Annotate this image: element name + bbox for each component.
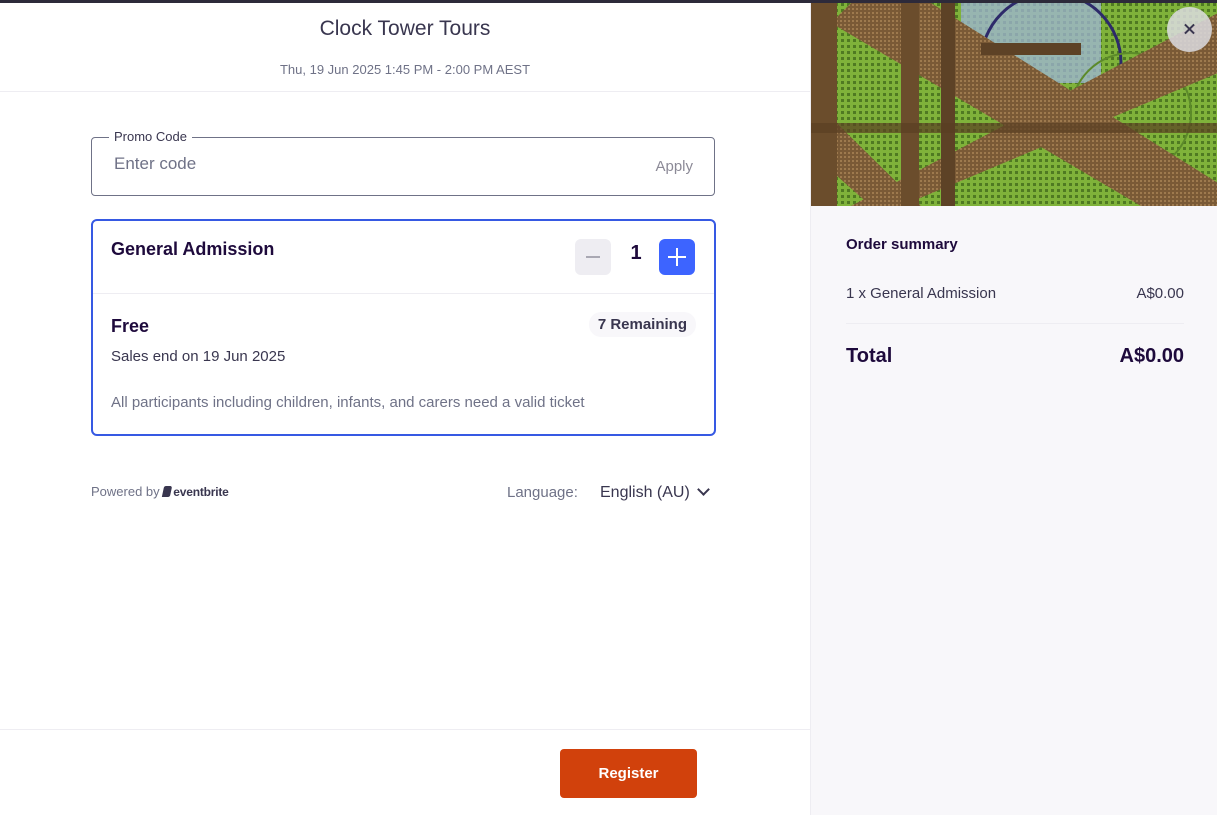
promo-code-label: Promo Code bbox=[109, 129, 192, 144]
order-line-price: A$0.00 bbox=[1136, 285, 1184, 302]
decrease-quantity-button[interactable] bbox=[575, 239, 611, 275]
language-value: English (AU) bbox=[600, 484, 690, 501]
event-title: Clock Tower Tours bbox=[319, 17, 491, 40]
order-summary-title: Order summary bbox=[846, 236, 958, 253]
eventbrite-logo-text: eventbrite bbox=[173, 485, 229, 499]
increase-quantity-button[interactable] bbox=[659, 239, 695, 275]
event-datetime: Thu, 19 Jun 2025 1:45 PM - 2:00 PM AEST bbox=[279, 62, 531, 77]
close-button[interactable] bbox=[1167, 7, 1212, 52]
ticket-name: General Admission bbox=[111, 239, 275, 259]
language-label: Language: bbox=[507, 484, 578, 501]
promo-code-field[interactable]: Promo Code Apply bbox=[91, 129, 715, 196]
ticket-description: All participants including children, inf… bbox=[111, 394, 585, 411]
event-hero-image bbox=[811, 3, 1217, 206]
total-label: Total bbox=[846, 345, 893, 367]
promo-code-input[interactable] bbox=[114, 154, 554, 174]
ticket-quantity: 1 bbox=[630, 242, 642, 264]
total-value: A$0.00 bbox=[1119, 345, 1185, 367]
sales-end-text: Sales end on 19 Jun 2025 bbox=[111, 348, 286, 365]
checkout-footer: Register bbox=[0, 729, 810, 816]
summary-divider bbox=[846, 323, 1184, 324]
remaining-badge: 7 Remaining bbox=[588, 312, 696, 337]
eventbrite-logo-icon bbox=[162, 486, 173, 497]
ticket-card: General Admission 1 Free 7 Remaining Sal… bbox=[91, 219, 716, 436]
register-button[interactable]: Register bbox=[560, 749, 697, 798]
checkout-panel: Clock Tower Tours Thu, 19 Jun 2025 1:45 … bbox=[0, 3, 810, 815]
language-select[interactable]: English (AU) bbox=[600, 483, 710, 502]
order-line-item: 1 x General Admission bbox=[846, 285, 997, 302]
apply-promo-button[interactable]: Apply bbox=[655, 158, 693, 175]
checkout-header: Clock Tower Tours Thu, 19 Jun 2025 1:45 … bbox=[0, 3, 810, 92]
chevron-down-icon bbox=[696, 483, 710, 496]
powered-by-label: Powered by bbox=[91, 484, 160, 499]
order-summary-panel: Order summary 1 x General Admission A$0.… bbox=[810, 3, 1217, 815]
ticket-price: Free bbox=[111, 316, 150, 336]
top-edge-bar bbox=[0, 0, 1217, 3]
powered-by: Powered by eventbrite bbox=[91, 484, 229, 499]
ticket-card-header: General Admission 1 bbox=[93, 221, 714, 294]
